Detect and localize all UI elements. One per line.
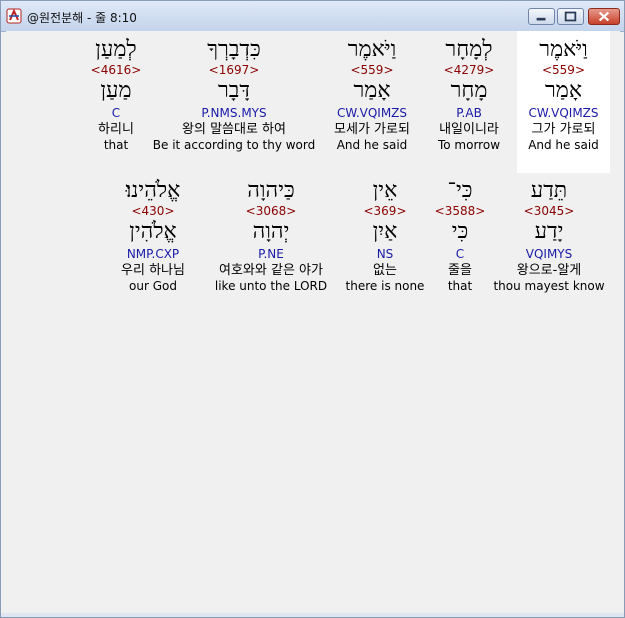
lemma-word: יְהוָה (252, 219, 290, 244)
korean-gloss: 줄을 (448, 263, 472, 278)
korean-gloss: 내일이니라 (439, 122, 499, 137)
minimize-button[interactable] (528, 8, 555, 25)
strong-number: <369> (363, 204, 407, 218)
english-gloss: that (103, 138, 129, 152)
morphology-code: P.NMS.MYS (201, 106, 267, 120)
hebrew-word: לְמָחָר (445, 37, 493, 62)
hebrew-word: כַּיהוָה (247, 178, 295, 203)
morphology-code: P.AB (456, 106, 482, 120)
word-cell[interactable]: כִּדְבָרְךָ <1697> דָּבָר P.NMS.MYS 왕의 말… (152, 31, 316, 173)
korean-gloss: 없는 (373, 263, 397, 278)
title-bar[interactable]: @원전분해 - 줄 8:10 (1, 1, 624, 32)
lemma-word: אָמַר (353, 78, 391, 103)
word-cell[interactable]: תֵּדַע <3045> יָדַע VQIMYS 왕으로-알게 thou m… (492, 174, 606, 316)
english-gloss: there is none (345, 279, 425, 293)
hebrew-word: אֵין (372, 178, 398, 203)
hebrew-word: תֵּדַע (530, 178, 568, 203)
lemma-word: מָחָר (450, 78, 488, 103)
morphology-code: VQIMYS (525, 247, 573, 261)
strong-number: <430> (131, 204, 175, 218)
word-cell[interactable]: כִּי־ <3588> כִּי C 줄을 that (426, 174, 494, 316)
hebrew-word: אֱלֹהֵינוּ׃ (125, 178, 181, 203)
lemma-word: כִּי (451, 219, 469, 244)
hebrew-word: לְמַעַן (95, 37, 137, 62)
morphology-code: CW.VQIMZS (336, 106, 408, 120)
strong-number: <559> (541, 63, 585, 77)
korean-gloss: 여호와와 같은 야가 (219, 263, 323, 278)
strong-number: <3068> (245, 204, 297, 218)
strong-number: <1697> (208, 63, 260, 77)
interlinear-panel: וַיֹּאמֶר <559> אָמַר CW.VQIMZS 그가 가로되 A… (6, 31, 620, 613)
morphology-code: C (111, 106, 121, 120)
lemma-word: דָּבָר (218, 78, 250, 103)
strong-number: <3588> (434, 204, 486, 218)
maximize-icon (564, 11, 577, 22)
word-cell[interactable]: וַיֹּאמֶר <559> אָמַר CW.VQIMZS 그가 가로되 A… (517, 31, 610, 173)
word-cell[interactable]: אֵין <369> אַיִן NS 없는 there is none (342, 174, 428, 316)
word-cell[interactable]: לְמַעַן <4616> מַעַן C 하리니 that (76, 31, 156, 173)
english-gloss: Be it according to thy word (152, 138, 316, 152)
app-logo-icon (6, 8, 22, 24)
lemma-word: אַיִן (372, 219, 398, 244)
window-title: @원전분해 - 줄 8:10 (27, 11, 137, 25)
word-cell[interactable]: אֱלֹהֵינוּ׃ <430> אֱלֹהִין NMP.CXP 우리 하나… (106, 174, 200, 316)
korean-gloss: 우리 하나님 (121, 263, 185, 278)
strong-number: <4616> (90, 63, 142, 77)
morphology-code: NMP.CXP (126, 247, 180, 261)
morphology-code: P.NE (258, 247, 284, 261)
close-button[interactable] (588, 8, 620, 25)
strong-number: <3045> (523, 204, 575, 218)
strong-number: <559> (350, 63, 394, 77)
maximize-button[interactable] (557, 8, 584, 25)
english-gloss: And he said (336, 138, 408, 152)
word-cell[interactable]: לְמָחָר <4279> מָחָר P.AB 내일이니라 To morro… (424, 31, 514, 173)
strong-number: <4279> (443, 63, 495, 77)
korean-gloss: 모세가 가로되 (334, 122, 410, 137)
english-gloss: like unto the LORD (214, 279, 328, 293)
korean-gloss: 왕의 말씀대로 하여 (182, 122, 286, 137)
english-gloss: thou mayest know (493, 279, 605, 293)
close-icon (598, 11, 610, 22)
word-cell[interactable]: וַיֹּאמֶר <559> אָמַר CW.VQIMZS 모세가 가로되 … (322, 31, 422, 173)
word-cell[interactable]: כַּיהוָה <3068> יְהוָה P.NE 여호와와 같은 야가 l… (202, 174, 340, 316)
lemma-word: אֱלֹהִין (129, 219, 177, 244)
hebrew-word: כִּי־ (447, 178, 473, 203)
korean-gloss: 왕으로-알게 (516, 263, 582, 278)
english-gloss: our God (129, 279, 177, 293)
minimize-icon (536, 17, 546, 21)
morphology-code: CW.VQIMZS (528, 106, 599, 120)
hebrew-word: כִּדְבָרְךָ (207, 37, 261, 62)
window-bottom-border (1, 613, 624, 617)
korean-gloss: 하리니 (98, 122, 134, 137)
hebrew-word: וַיֹּאמֶר (539, 37, 588, 62)
lemma-word: יָדַע (534, 219, 564, 244)
morphology-code: NS (376, 247, 394, 261)
morphology-code: C (455, 247, 465, 261)
english-gloss: that (447, 279, 473, 293)
app-window: @원전분해 - 줄 8:10 וַיֹּאמֶר <559> אָמַר CW.… (0, 0, 625, 618)
lemma-word: מַעַן (100, 78, 132, 103)
lemma-word: אָמַר (544, 78, 583, 103)
english-gloss: And he said (528, 138, 599, 152)
english-gloss: To morrow (437, 138, 501, 152)
korean-gloss: 그가 가로되 (531, 122, 596, 137)
hebrew-word: וַיֹּאמֶר (347, 37, 397, 62)
